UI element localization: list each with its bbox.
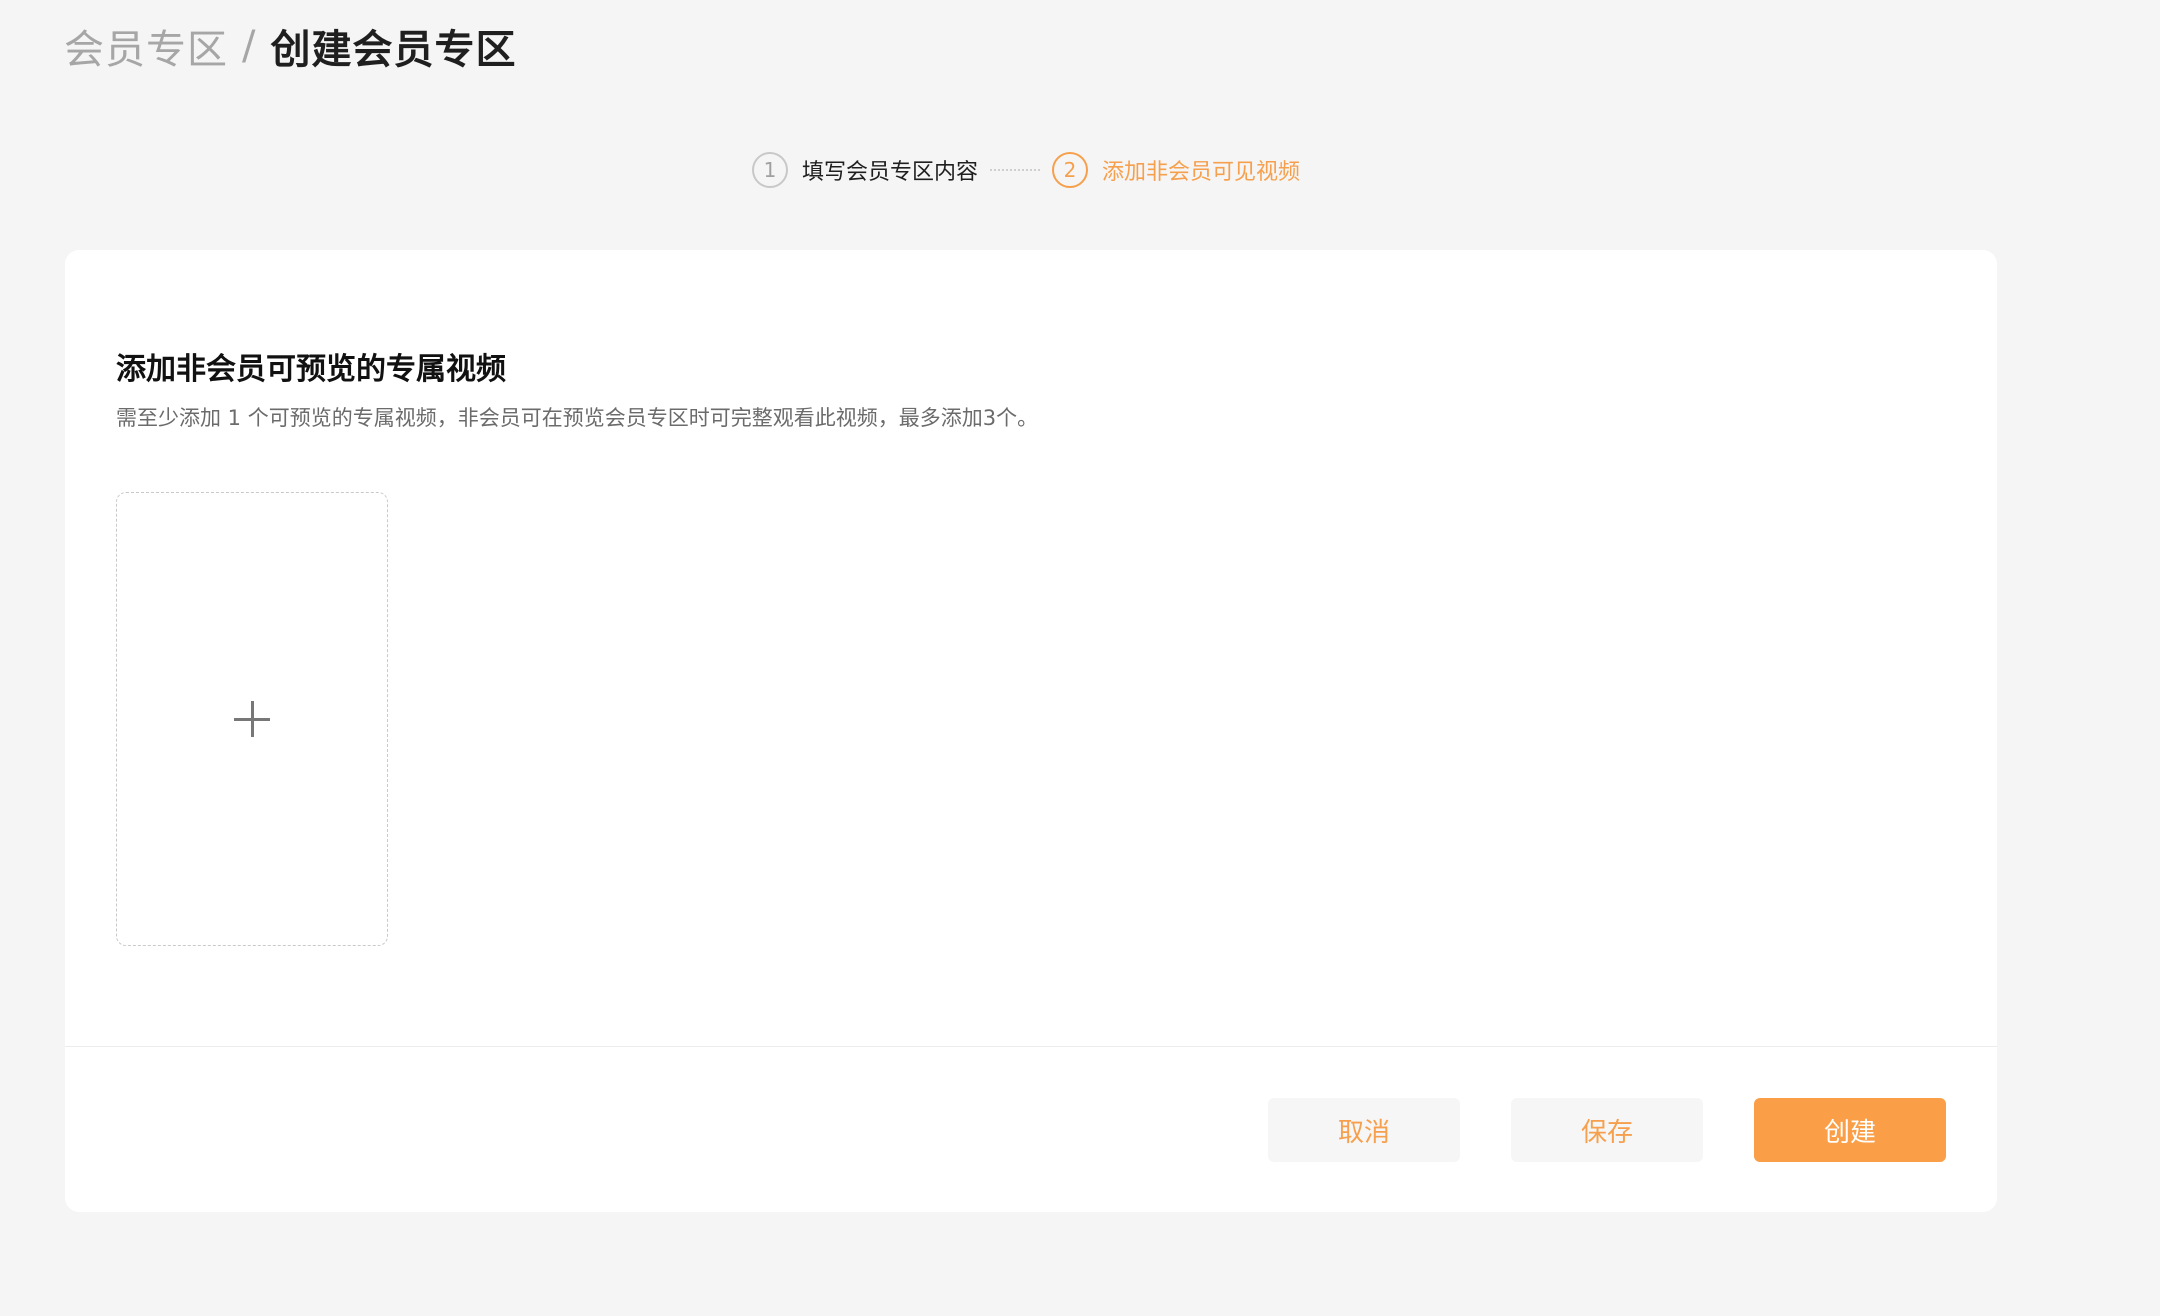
step-indicator: 1 填写会员专区内容 2 添加非会员可见视频 — [752, 150, 1300, 190]
cancel-button[interactable]: 取消 — [1268, 1098, 1460, 1162]
section-title: 添加非会员可预览的专属视频 — [116, 352, 506, 387]
page-title: 创建会员专区 — [270, 27, 517, 73]
section-description: 需至少添加 1 个可预览的专属视频，非会员可在预览会员专区时可完整观看此视频，最… — [116, 406, 1039, 430]
step-2-number: 2 — [1052, 152, 1089, 188]
step-1-number: 1 — [752, 152, 788, 188]
step-1: 1 填写会员专区内容 — [752, 152, 978, 188]
breadcrumb-parent-link[interactable]: 会员专区 — [64, 17, 228, 75]
step-2: 2 添加非会员可见视频 — [1052, 152, 1300, 188]
breadcrumb: 会员专区 / 创建会员专区 — [64, 16, 516, 76]
footer-divider — [65, 1046, 1997, 1047]
add-video-upload-box[interactable] — [116, 492, 388, 946]
create-button[interactable]: 创建 — [1754, 1098, 1946, 1162]
breadcrumb-separator: / — [242, 23, 257, 69]
step-1-label: 填写会员专区内容 — [802, 160, 979, 185]
step-2-label: 添加非会员可见视频 — [1102, 160, 1301, 185]
content-card: 添加非会员可预览的专属视频 需至少添加 1 个可预览的专属视频，非会员可在预览会… — [65, 250, 1997, 1212]
step-connector — [990, 169, 1041, 171]
plus-icon — [234, 701, 270, 737]
save-button[interactable]: 保存 — [1511, 1098, 1703, 1162]
